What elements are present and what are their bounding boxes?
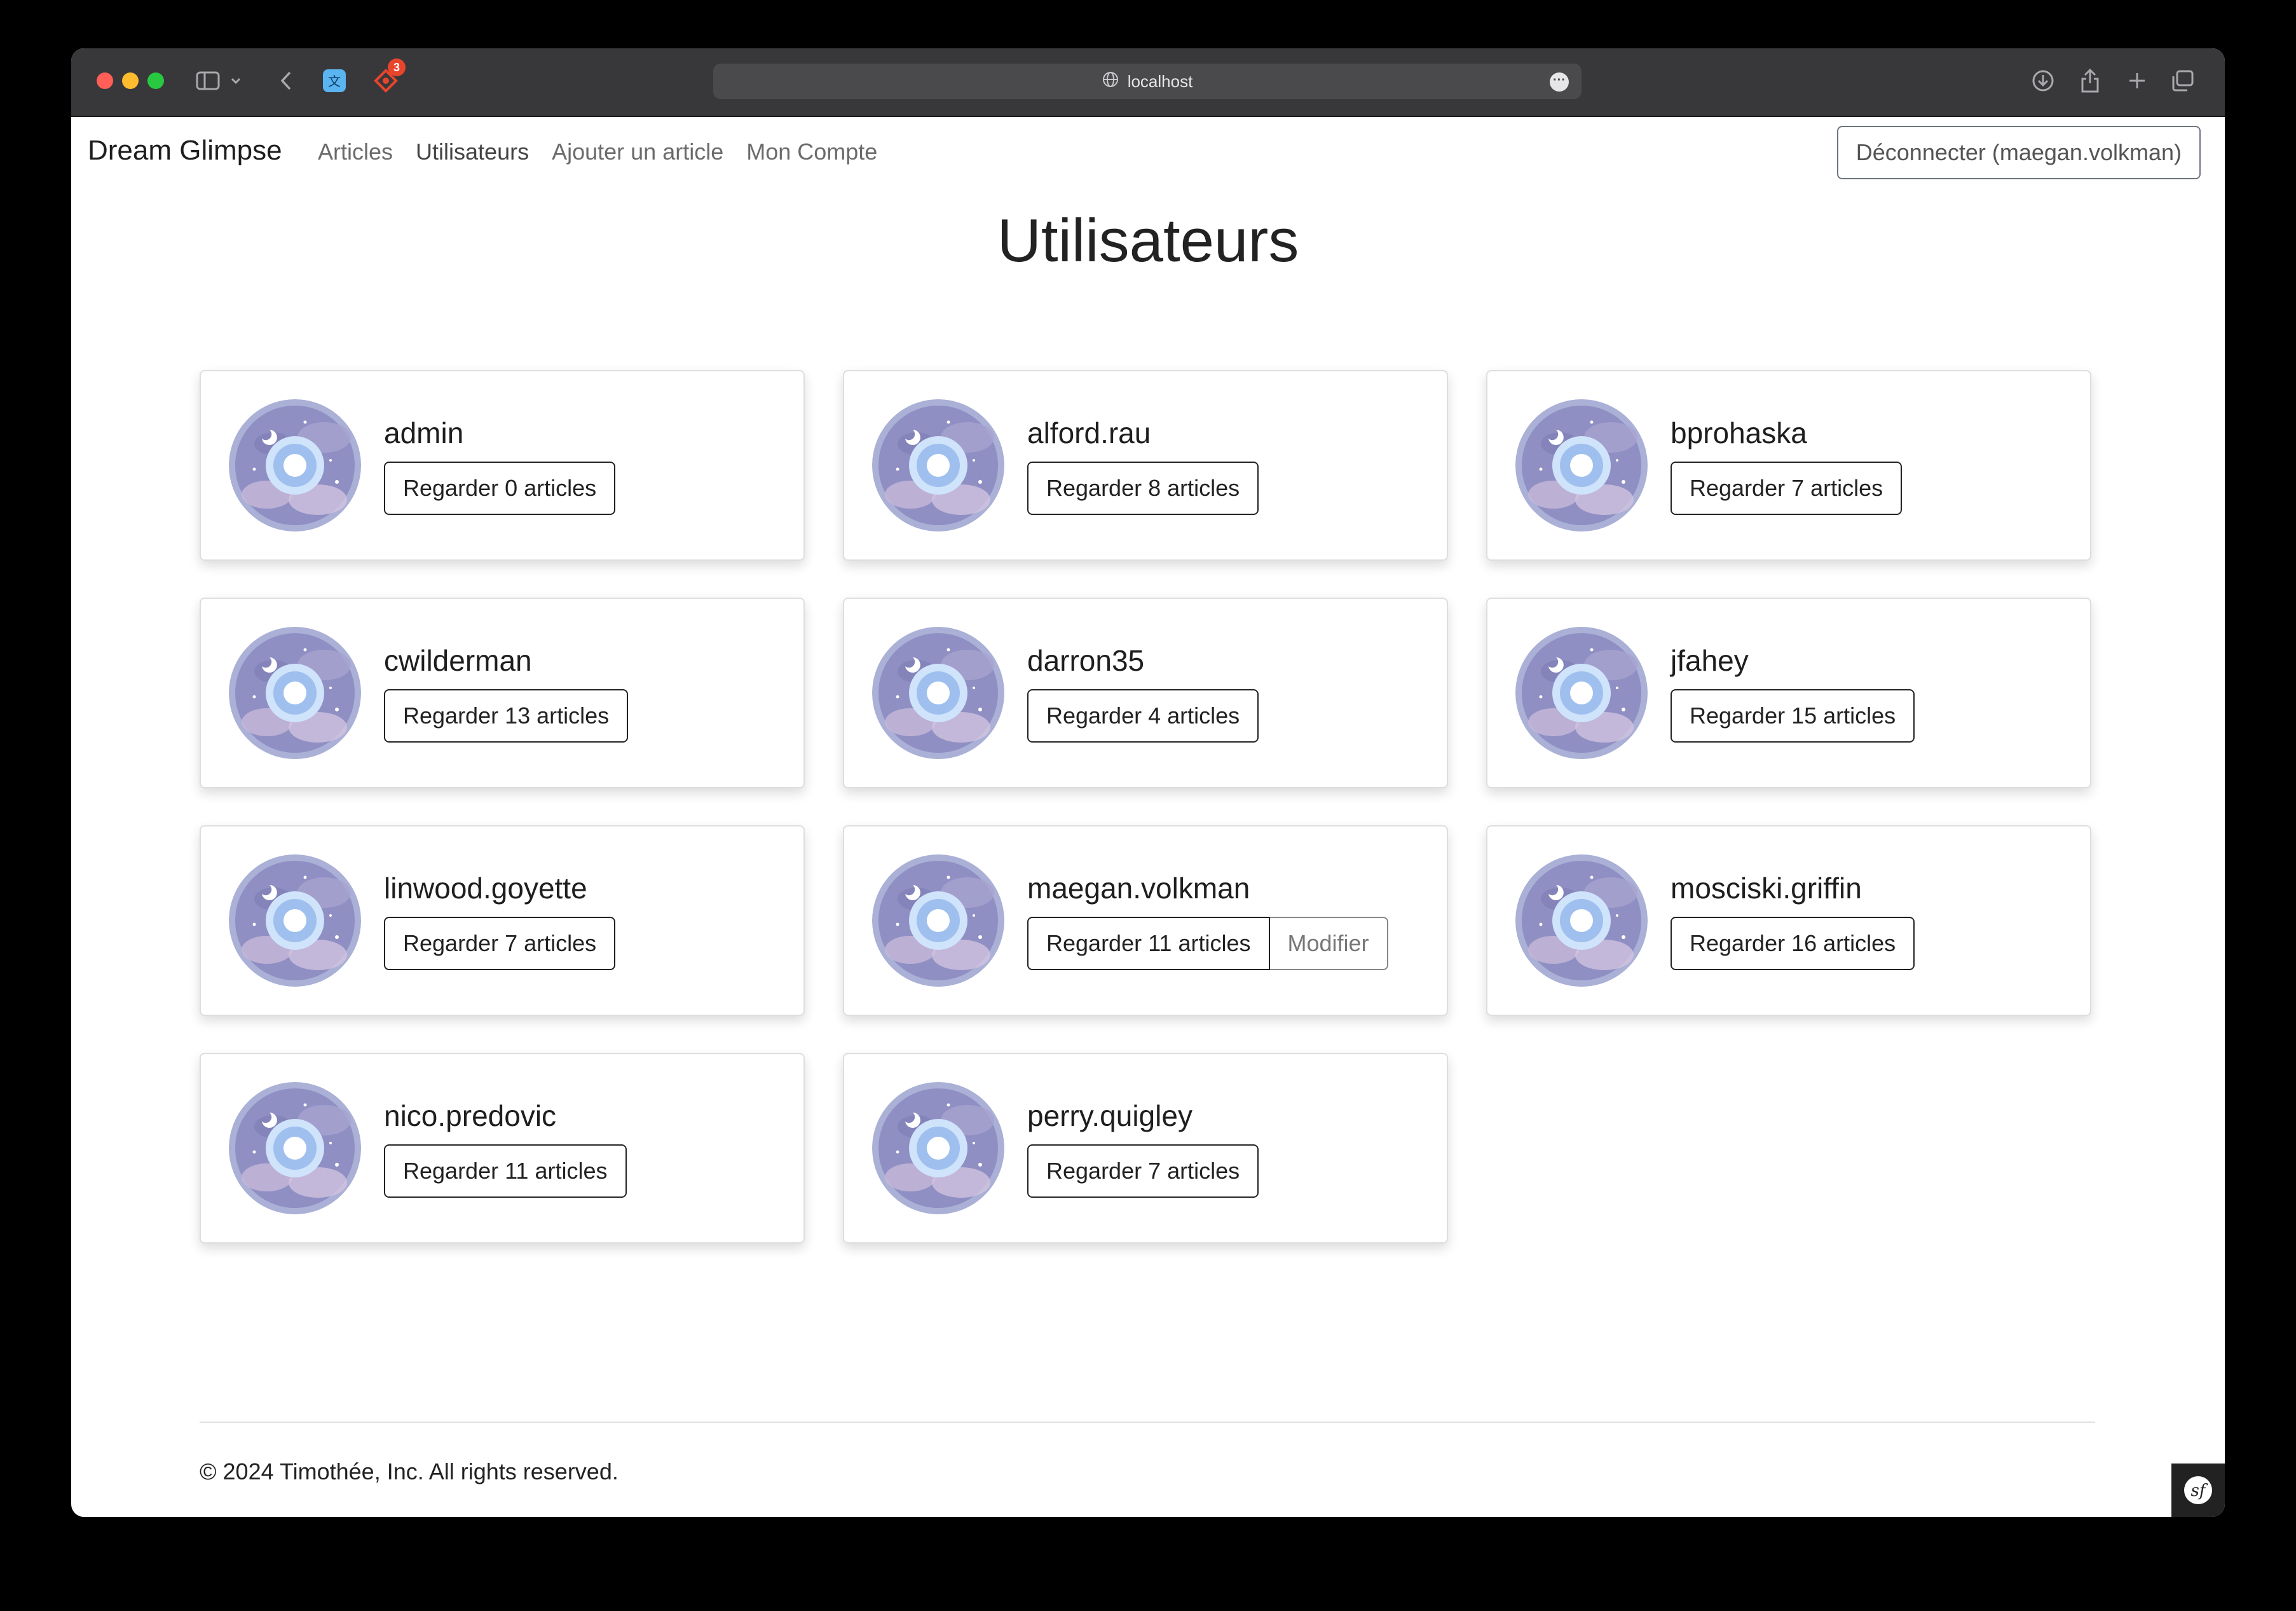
user-avatar (229, 627, 361, 759)
user-avatar (229, 854, 361, 987)
user-card: bprohaska Regarder 7 articles (1486, 370, 2091, 561)
user-avatar (1515, 399, 1648, 531)
user-actions: Regarder 8 articles (1027, 462, 1259, 515)
view-articles-button[interactable]: Regarder 7 articles (384, 917, 616, 970)
user-actions: Regarder 4 articles (1027, 689, 1259, 743)
page-title: Utilisateurs (997, 207, 1299, 275)
site-navbar: Dream Glimpse Articles Utilisateurs Ajou… (71, 116, 2225, 182)
user-avatar (1515, 627, 1648, 759)
edit-user-button[interactable]: Modifier (1269, 917, 1388, 970)
user-actions: Regarder 7 articles (1027, 1144, 1259, 1198)
view-articles-button[interactable]: Regarder 4 articles (1027, 689, 1259, 743)
symfony-toolbar-icon[interactable]: sf (2171, 1464, 2225, 1517)
nav-link-ajouter-article[interactable]: Ajouter un article (552, 139, 723, 165)
browser-toolbar: 文 3 localhost ··· (71, 48, 2225, 117)
view-articles-button[interactable]: Regarder 15 articles (1671, 689, 1915, 743)
nav-link-utilisateurs[interactable]: Utilisateurs (416, 139, 529, 165)
user-card: perry.quigley Regarder 7 articles (843, 1053, 1448, 1244)
user-actions: Regarder 11 articles (384, 1144, 627, 1198)
user-name: perry.quigley (1027, 1099, 1192, 1132)
user-actions: Regarder 11 articles Modifier (1027, 917, 1388, 970)
address-bar[interactable]: localhost ··· (713, 64, 1582, 99)
user-name: alford.rau (1027, 416, 1151, 449)
user-card: jfahey Regarder 15 articles (1486, 598, 2091, 788)
footer-divider (200, 1422, 2095, 1423)
user-name: linwood.goyette (384, 872, 587, 905)
user-actions: Regarder 0 articles (384, 462, 616, 515)
view-articles-button[interactable]: Regarder 7 articles (1027, 1144, 1259, 1198)
user-card: linwood.goyette Regarder 7 articles (200, 825, 805, 1016)
user-card: darron35 Regarder 4 articles (843, 598, 1448, 788)
view-articles-button[interactable]: Regarder 7 articles (1671, 462, 1903, 515)
user-name: bprohaska (1671, 416, 1807, 449)
view-articles-button[interactable]: Regarder 8 articles (1027, 462, 1259, 515)
close-window-button[interactable] (97, 72, 113, 89)
view-articles-button[interactable]: Regarder 11 articles (384, 1144, 627, 1198)
user-avatar (1515, 854, 1648, 987)
user-card: cwilderman Regarder 13 articles (200, 598, 805, 788)
view-articles-button[interactable]: Regarder 11 articles (1027, 917, 1270, 970)
user-card: admin Regarder 0 articles (200, 370, 805, 561)
user-actions: Regarder 16 articles (1671, 917, 1915, 970)
nav-link-mon-compte[interactable]: Mon Compte (746, 139, 877, 165)
view-articles-button[interactable]: Regarder 16 articles (1671, 917, 1915, 970)
tab-overview-icon[interactable] (2169, 65, 2197, 97)
download-icon[interactable] (2029, 65, 2057, 97)
user-actions: Regarder 13 articles (384, 689, 629, 743)
url-text: localhost (1127, 71, 1193, 91)
footer-copyright: © 2024 Timothée, Inc. All rights reserve… (200, 1458, 618, 1484)
zoom-window-button[interactable] (147, 72, 164, 89)
sidebar-toggle-icon[interactable] (192, 65, 224, 97)
user-name: maegan.volkman (1027, 872, 1250, 905)
user-name: jfahey (1671, 644, 1749, 677)
user-name: admin (384, 416, 464, 449)
logout-button[interactable]: Déconnecter (maegan.volkman) (1836, 126, 2201, 179)
user-actions: Regarder 7 articles (384, 917, 616, 970)
browser-window: 文 3 localhost ··· Dream Glimpse Articles… (71, 48, 2225, 1517)
share-icon[interactable] (2076, 65, 2104, 97)
site-brand[interactable]: Dream Glimpse (88, 135, 282, 167)
minimize-window-button[interactable] (122, 72, 139, 89)
user-card: nico.predovic Regarder 11 articles (200, 1053, 805, 1244)
chevron-down-icon[interactable] (228, 65, 244, 97)
user-actions: Regarder 7 articles (1671, 462, 1903, 515)
svg-text:文: 文 (328, 74, 341, 89)
back-icon[interactable] (273, 65, 299, 97)
user-avatar (872, 399, 1004, 531)
user-name: darron35 (1027, 644, 1145, 677)
user-card: alford.rau Regarder 8 articles (843, 370, 1448, 561)
user-card: maegan.volkman Regarder 11 articles Modifi… (843, 825, 1448, 1016)
user-avatar (872, 627, 1004, 759)
user-avatar (872, 1082, 1004, 1214)
user-actions: Regarder 15 articles (1671, 689, 1915, 743)
view-articles-button[interactable]: Regarder 13 articles (384, 689, 629, 743)
translate-extension-icon[interactable]: 文 (322, 65, 347, 97)
nav-link-articles[interactable]: Articles (318, 139, 393, 165)
more-options-icon[interactable]: ··· (1550, 72, 1569, 92)
extension-badge: 3 (388, 58, 406, 76)
user-avatar (872, 854, 1004, 987)
view-articles-button[interactable]: Regarder 0 articles (384, 462, 616, 515)
new-tab-icon[interactable] (2123, 65, 2151, 97)
globe-icon (1102, 71, 1119, 92)
user-card: mosciski.griffin Regarder 16 articles (1486, 825, 2091, 1016)
user-avatar (229, 1082, 361, 1214)
user-name: cwilderman (384, 644, 532, 677)
user-name: mosciski.griffin (1671, 872, 1862, 905)
user-name: nico.predovic (384, 1099, 557, 1132)
nav-links: Articles Utilisateurs Ajouter un article… (318, 139, 877, 165)
user-avatar (229, 399, 361, 531)
